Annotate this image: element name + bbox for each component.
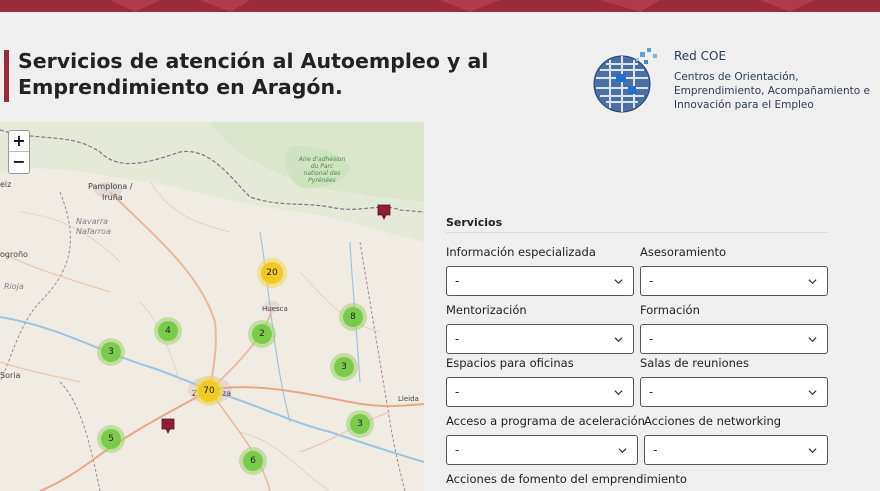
- label-asesoramiento: Asesoramiento: [640, 245, 727, 259]
- logo-subtitle: Centros de Orientación, Emprendimiento, …: [674, 71, 870, 111]
- select-value: -: [455, 443, 460, 457]
- map-label-irunea: Iruña: [102, 193, 123, 202]
- select-asesoramiento[interactable]: -: [640, 266, 828, 296]
- select-value: -: [455, 274, 460, 288]
- label-networking: Acciones de networking: [644, 414, 782, 428]
- cluster-count: 3: [101, 342, 121, 362]
- select-mentorizacion[interactable]: -: [446, 324, 634, 354]
- select-salas-reuniones[interactable]: -: [640, 377, 828, 407]
- location-marker-icon[interactable]: [161, 418, 175, 434]
- logo-title: Red COE: [674, 49, 727, 63]
- map-label-eiz: eiz: [0, 180, 12, 189]
- select-value: -: [653, 443, 658, 457]
- select-espacios-oficinas[interactable]: -: [446, 377, 634, 407]
- map-label-logrono: ogroño: [0, 250, 28, 259]
- select-value: -: [649, 274, 654, 288]
- zoom-in-button[interactable]: +: [9, 131, 29, 152]
- cluster-marker[interactable]: 2: [248, 320, 276, 348]
- cluster-marker[interactable]: 3: [346, 410, 374, 438]
- zoom-control: + −: [8, 130, 30, 174]
- cluster-marker[interactable]: 20: [257, 258, 287, 288]
- select-informacion-especializada[interactable]: -: [446, 266, 634, 296]
- top-banner: [0, 0, 880, 12]
- select-value: -: [649, 385, 654, 399]
- chevron-down-icon: [618, 448, 627, 454]
- select-value: -: [455, 332, 460, 346]
- map-label-park: Aire d'adhésion du Parc national des Pyr…: [298, 156, 346, 184]
- select-networking[interactable]: -: [644, 435, 828, 465]
- map-label-nafarroa: Nafarroa: [76, 227, 111, 236]
- zoom-out-button[interactable]: −: [9, 152, 29, 173]
- map-label-rioja: Rioja: [4, 282, 24, 291]
- cluster-count: 3: [350, 414, 370, 434]
- map-label-lleida: Lleida: [398, 395, 419, 403]
- services-map[interactable]: eiz Pamplona / Iruña Navarra Nafarroa og…: [0, 122, 424, 491]
- chevron-down-icon: [614, 390, 623, 396]
- cluster-marker[interactable]: 6: [239, 447, 267, 475]
- label-salas-reuniones: Salas de reuniones: [640, 356, 749, 370]
- label-espacios-oficinas: Espacios para oficinas: [446, 356, 574, 370]
- label-programa-aceleracion: Acceso a programa de aceleración: [446, 414, 645, 428]
- chevron-down-icon: [614, 337, 623, 343]
- cluster-count: 5: [101, 429, 121, 449]
- chevron-down-icon: [808, 448, 817, 454]
- select-value: -: [455, 385, 460, 399]
- chevron-down-icon: [808, 390, 817, 396]
- cluster-marker[interactable]: 5: [97, 425, 125, 453]
- cluster-count: 3: [334, 357, 354, 377]
- cluster-count: 2: [252, 324, 272, 344]
- select-programa-aceleracion[interactable]: -: [446, 435, 638, 465]
- label-formacion: Formación: [640, 303, 700, 317]
- map-label-soria: Soria: [0, 371, 21, 380]
- chevron-down-icon: [808, 279, 817, 285]
- section-divider: [446, 232, 828, 233]
- chevron-down-icon: [614, 279, 623, 285]
- services-section-title: Servicios: [446, 216, 503, 229]
- red-coe-logo: [592, 44, 672, 116]
- chevron-down-icon: [808, 337, 817, 343]
- cluster-count: 70: [198, 380, 220, 402]
- map-label-huesca: Huesca: [262, 305, 288, 313]
- cluster-count: 4: [158, 321, 178, 341]
- map-label-navarra: Navarra: [76, 217, 109, 226]
- cluster-marker[interactable]: 3: [330, 353, 358, 381]
- title-accent-bar: [4, 50, 9, 102]
- cluster-marker[interactable]: 70: [194, 376, 224, 406]
- cluster-marker[interactable]: 4: [154, 317, 182, 345]
- location-marker-icon[interactable]: [377, 204, 391, 220]
- map-label-pamplona: Pamplona /: [88, 182, 133, 191]
- select-formacion[interactable]: -: [640, 324, 828, 354]
- select-value: -: [649, 332, 654, 346]
- label-informacion-especializada: Información especializada: [446, 245, 596, 259]
- cluster-count: 20: [261, 262, 283, 284]
- cluster-count: 8: [343, 307, 363, 327]
- cluster-marker[interactable]: 3: [97, 338, 125, 366]
- label-mentorizacion: Mentorización: [446, 303, 527, 317]
- page-title: Servicios de atención al Autoempleo y al…: [18, 49, 489, 99]
- label-fomento-emprendimiento: Acciones de fomento del emprendimiento: [446, 472, 687, 486]
- cluster-marker[interactable]: 8: [339, 303, 367, 331]
- cluster-count: 6: [243, 451, 263, 471]
